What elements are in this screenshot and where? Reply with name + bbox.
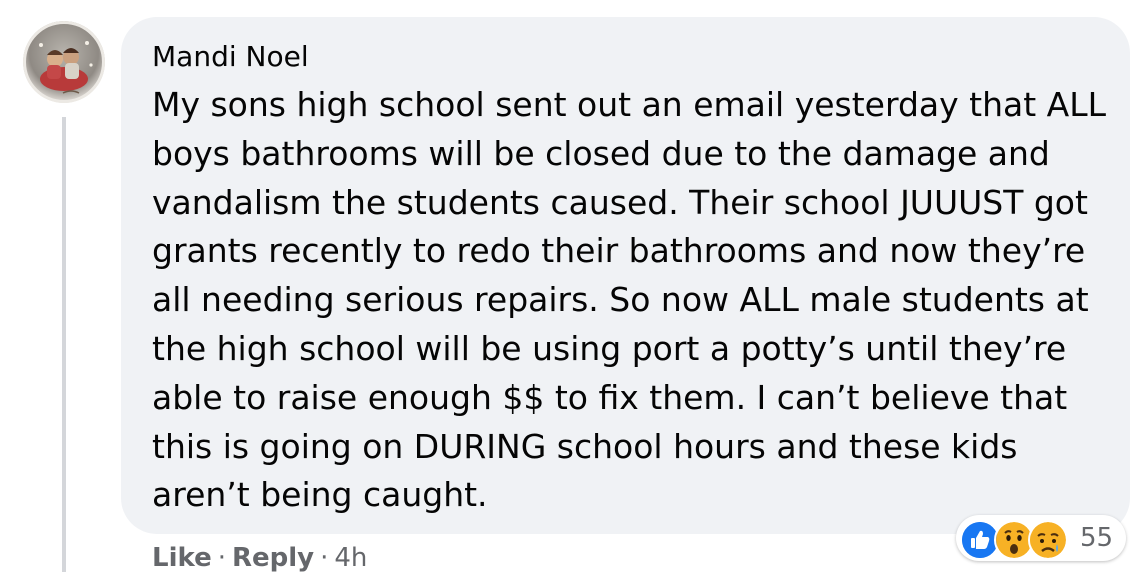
comment-line: all needing serious repairs. So now ALL … <box>152 280 1089 320</box>
comment-author[interactable]: Mandi Noel <box>152 38 309 76</box>
comment-line: vandalism the students caused. Their sch… <box>152 182 1088 222</box>
comment-line: My sons high school sent out an email ye… <box>152 85 1106 124</box>
comment-line: the high school will be using port a pot… <box>152 328 1067 368</box>
thread-line <box>62 117 66 572</box>
avatar[interactable] <box>23 21 105 103</box>
comment-line: boys bathrooms will be closed due to the… <box>152 133 1050 173</box>
separator: · <box>320 543 329 572</box>
sad-icon <box>1028 520 1068 560</box>
timestamp[interactable]: 4h <box>334 543 367 572</box>
comment-line: grants recently to redo their bathrooms … <box>152 231 1086 271</box>
comment-page: Mandi Noel My sons high school sent out … <box>0 0 1137 572</box>
comment-line: able to raise enough $$ to fix them. I c… <box>152 377 1068 417</box>
avatar-image <box>23 21 105 103</box>
comment-line: aren’t being caught. <box>152 475 488 515</box>
reply-button[interactable]: Reply <box>232 543 314 572</box>
reactions-summary[interactable]: 55 <box>956 515 1126 561</box>
comment-actions: Like · Reply · 4h <box>152 540 367 572</box>
comment-line: this is going on DURING school hours and… <box>152 426 1018 466</box>
reaction-count: 55 <box>1080 523 1114 553</box>
comment-text: My sons high school sent out an email ye… <box>152 81 1117 520</box>
separator: · <box>217 543 226 572</box>
like-button[interactable]: Like <box>152 543 212 572</box>
